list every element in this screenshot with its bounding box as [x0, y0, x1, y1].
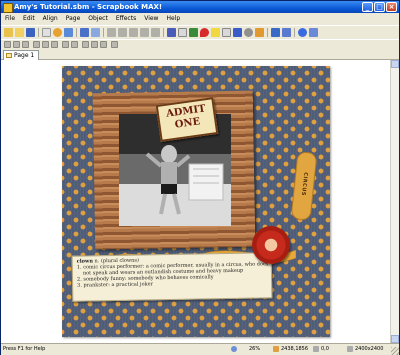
- menu-effects[interactable]: Effects: [112, 14, 140, 24]
- sticker-icon[interactable]: [211, 28, 220, 37]
- definition-card[interactable]: clown n. (plural clowns) 1. comic circus…: [71, 252, 273, 302]
- layout-icon[interactable]: [53, 28, 62, 37]
- window-title: Amy's Tutorial.sbm - Scrapbook MAX!: [14, 3, 163, 11]
- ticket-text: ADMIT ONE: [165, 103, 207, 131]
- app-icon[interactable]: [3, 3, 13, 13]
- tag-text: CIRCUS: [299, 171, 309, 197]
- zoom-icon-status: [231, 346, 237, 352]
- status-help-text: Press F1 for Help: [3, 346, 46, 352]
- align-middle-icon[interactable]: [42, 41, 49, 48]
- brush-icon[interactable]: [255, 28, 264, 37]
- align-left-icon[interactable]: [4, 41, 11, 48]
- cursor-icon-status: [273, 346, 279, 352]
- zoom-icon[interactable]: [244, 28, 253, 37]
- scroll-up-arrow-icon[interactable]: [391, 60, 399, 68]
- duplicate-icon[interactable]: [151, 28, 160, 37]
- scroll-down-arrow-icon[interactable]: [391, 335, 399, 343]
- resize-grip[interactable]: [391, 347, 399, 355]
- redo-icon[interactable]: [91, 28, 100, 37]
- menu-file[interactable]: File: [1, 14, 19, 24]
- send-backward-icon[interactable]: [71, 41, 78, 48]
- maximize-button[interactable]: □: [374, 2, 385, 12]
- title-bar[interactable]: Amy's Tutorial.sbm - Scrapbook MAX! _ □ …: [1, 1, 399, 13]
- menu-bar: File Edit Align Page Object Effects View…: [1, 14, 399, 24]
- vertical-scrollbar[interactable]: [390, 60, 399, 343]
- music-icon[interactable]: [233, 28, 242, 37]
- page-tabs: Page 1: [1, 49, 399, 60]
- minimize-button[interactable]: _: [362, 2, 373, 12]
- flip-icon[interactable]: [111, 41, 118, 48]
- group-icon[interactable]: [82, 41, 89, 48]
- text-icon[interactable]: [189, 28, 198, 37]
- bring-forward-icon[interactable]: [62, 41, 69, 48]
- save-icon[interactable]: [26, 28, 35, 37]
- tab-page-1[interactable]: Page 1: [3, 50, 40, 60]
- menu-view[interactable]: View: [140, 14, 162, 24]
- cut-icon[interactable]: [107, 28, 116, 37]
- page-icon: [6, 53, 12, 58]
- canvas-workspace[interactable]: ADMIT ONE CIRCUS clown n. (plural clowns…: [1, 60, 390, 343]
- background-icon[interactable]: [167, 28, 176, 37]
- share-icon[interactable]: [271, 28, 280, 37]
- page-size-icon-status: [347, 346, 353, 352]
- new-page-icon[interactable]: [42, 28, 51, 37]
- status-zoom: 26%: [249, 346, 261, 352]
- undo-icon[interactable]: [80, 28, 89, 37]
- heart-embellishment-icon[interactable]: [200, 28, 209, 37]
- lock-icon[interactable]: [100, 41, 107, 48]
- circus-tag[interactable]: CIRCUS: [290, 151, 318, 221]
- align-center-icon[interactable]: [13, 41, 20, 48]
- open-folder-icon[interactable]: [15, 28, 24, 37]
- status-coords: 2438,1856: [281, 346, 309, 352]
- red-flower-embellishment[interactable]: [252, 226, 290, 264]
- menu-page[interactable]: Page: [62, 14, 85, 24]
- about-icon[interactable]: [309, 28, 318, 37]
- status-bar: Press F1 for Help 26% 2438,1856 0,0 2400…: [1, 343, 399, 355]
- ungroup-icon[interactable]: [91, 41, 98, 48]
- frame-icon[interactable]: [222, 28, 231, 37]
- menu-align[interactable]: Align: [39, 14, 62, 24]
- wizard-icon[interactable]: [4, 28, 13, 37]
- menu-object[interactable]: Object: [84, 14, 112, 24]
- align-bottom-icon[interactable]: [51, 41, 58, 48]
- main-toolbar: [1, 25, 399, 40]
- copy-icon[interactable]: [118, 28, 127, 37]
- tab-label: Page 1: [14, 52, 35, 59]
- align-right-icon[interactable]: [22, 41, 29, 48]
- app-window: Amy's Tutorial.sbm - Scrapbook MAX! _ □ …: [0, 0, 400, 355]
- paste-icon[interactable]: [129, 28, 138, 37]
- delete-icon[interactable]: [140, 28, 149, 37]
- scrapbook-page[interactable]: ADMIT ONE CIRCUS clown n. (plural clowns…: [62, 66, 330, 337]
- close-button[interactable]: ×: [386, 2, 397, 12]
- export-icon[interactable]: [282, 28, 291, 37]
- align-top-icon[interactable]: [33, 41, 40, 48]
- status-size2: 2400x2400: [355, 346, 384, 352]
- status-size1: 0,0: [321, 346, 329, 352]
- menu-edit[interactable]: Edit: [19, 14, 39, 24]
- menu-help[interactable]: Help: [162, 14, 184, 24]
- help-icon[interactable]: [298, 28, 307, 37]
- size-icon-status: [313, 346, 319, 352]
- photo-icon[interactable]: [178, 28, 187, 37]
- print-icon[interactable]: [64, 28, 73, 37]
